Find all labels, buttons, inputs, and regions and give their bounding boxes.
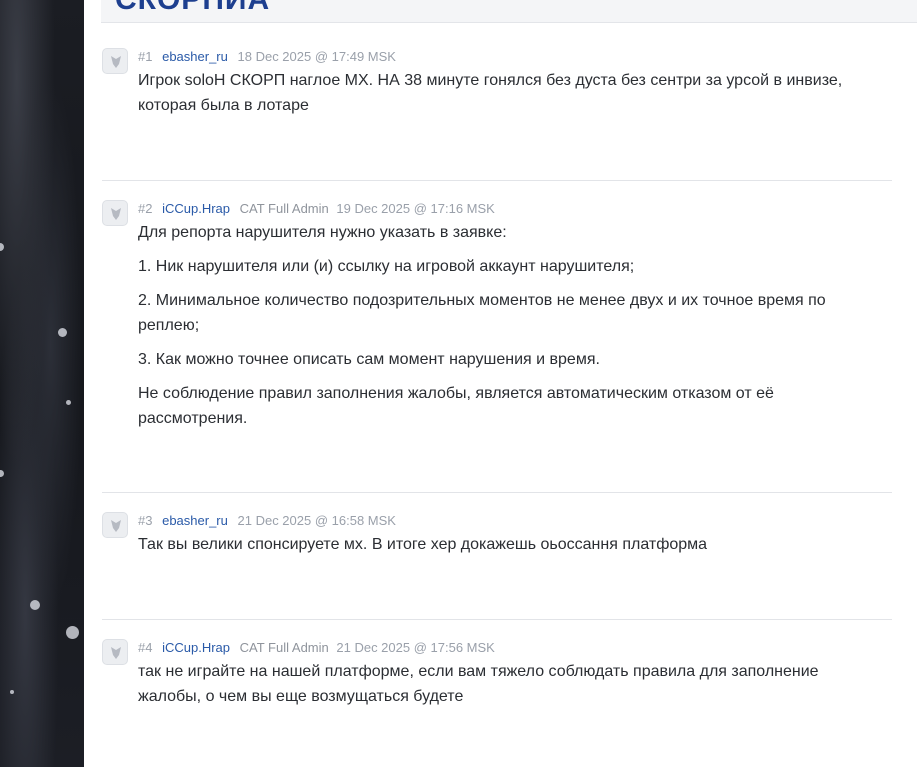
post-number[interactable]: #2 [138,201,152,216]
avatar[interactable] [102,512,128,538]
post-paragraph: 3. Как можно точнее описать сам момент н… [138,351,600,368]
post-divider [102,619,892,620]
post-divider [102,492,892,493]
post-paragraph: Игрок soloH СКОРП наглое МХ. НА 38 минут… [138,72,843,114]
post-paragraph: так не играйте на нашей платформе, если … [138,663,819,705]
post-paragraph: Не соблюдение правил заполнения жалобы, … [138,385,774,427]
post-paragraph: 1. Ник нарушителя или (и) ссылку на игро… [138,258,635,275]
post-date: 21 Dec 2025 @ 16:58 MSK [237,513,396,528]
default-avatar-icon [111,56,121,68]
post-author-link[interactable]: ebasher_ru [162,49,228,64]
post-author-link[interactable]: iCCup.Hrap [162,201,230,216]
post-author-link[interactable]: iCCup.Hrap [162,640,230,655]
thread-content: СКОРПИА #1 ebasher_ru 18 Dec 2025 @ 17:4… [84,0,917,767]
post-paragraph: 2. Минимальное количество подозрительных… [138,292,826,334]
post-meta: #2 iCCup.Hrap CAT Full Admin 19 Dec 2025… [138,201,495,216]
avatar[interactable] [102,48,128,74]
default-avatar-icon [111,647,121,659]
avatar[interactable] [102,200,128,226]
post-body: Для репорта нарушителя нужно указать в з… [138,220,878,440]
post-number[interactable]: #4 [138,640,152,655]
post-body: Так вы велики спонсируете мх. В итоге хе… [138,532,878,566]
post-meta: #4 iCCup.Hrap CAT Full Admin 21 Dec 2025… [138,640,495,655]
avatar[interactable] [102,639,128,665]
default-avatar-icon [111,208,121,220]
post-body: Игрок soloH СКОРП наглое МХ. НА 38 минут… [138,68,878,127]
forum-page: СКОРПИА #1 ebasher_ru 18 Dec 2025 @ 17:4… [0,0,917,767]
background-artwork [0,0,84,767]
post-date: 18 Dec 2025 @ 17:49 MSK [237,49,396,64]
thread-header: СКОРПИА [101,0,917,23]
post-number[interactable]: #3 [138,513,152,528]
author-role-badge: CAT Full Admin [239,640,329,655]
post-date: 21 Dec 2025 @ 17:56 MSK [336,640,495,655]
post-body: так не играйте на нашей платформе, если … [138,659,878,718]
post-author-link[interactable]: ebasher_ru [162,513,228,528]
post-divider [102,180,892,181]
thread-title: СКОРПИА [115,0,270,17]
post-meta: #3 ebasher_ru 21 Dec 2025 @ 16:58 MSK [138,513,396,528]
post-paragraph: Для репорта нарушителя нужно указать в з… [138,224,507,241]
post-paragraph: Так вы велики спонсируете мх. В итоге хе… [138,536,708,553]
post-date: 19 Dec 2025 @ 17:16 MSK [336,201,495,216]
post-number[interactable]: #1 [138,49,152,64]
post-meta: #1 ebasher_ru 18 Dec 2025 @ 17:49 MSK [138,49,396,64]
author-role-badge: CAT Full Admin [239,201,329,216]
default-avatar-icon [111,520,121,532]
